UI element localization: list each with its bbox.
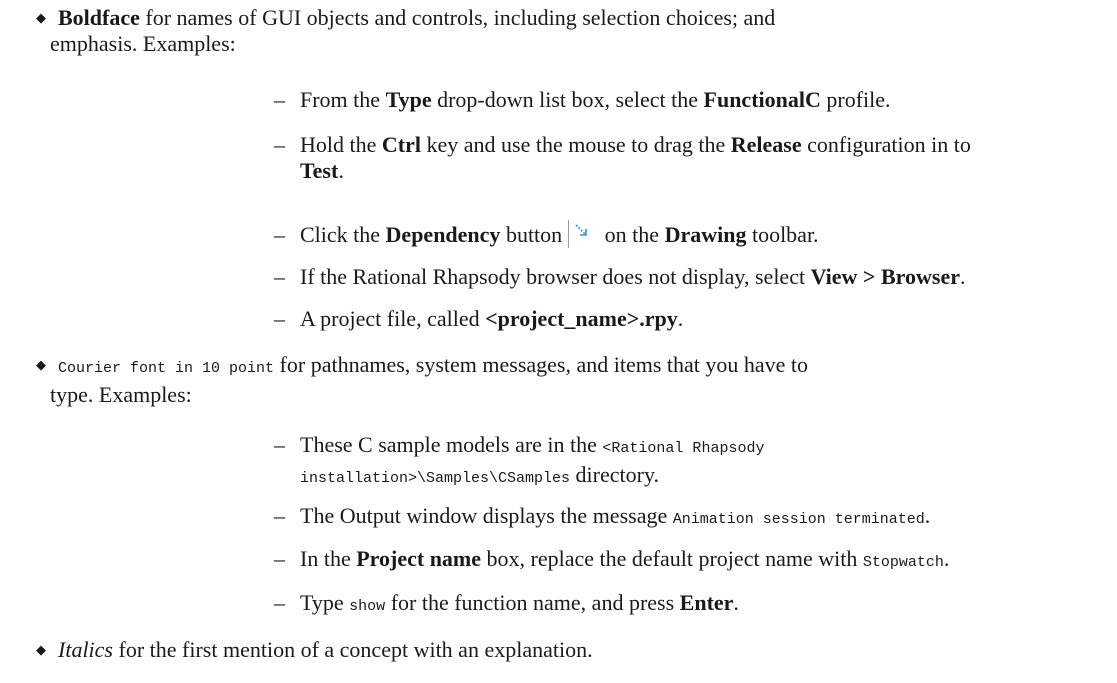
bullet-boldface-text: Boldface for names of GUI objects and co… (50, 5, 776, 56)
example-item: – These C sample models are in the <Ratio… (274, 432, 765, 487)
example-item: – Click the Dependency button on the Draw… (274, 220, 819, 248)
diamond-bullet-icon: ◆ (36, 642, 46, 657)
diamond-bullet-icon: ◆ (36, 10, 46, 25)
example-item: – From the Type drop-down list box, selec… (274, 87, 891, 112)
example-item: – The Output window displays the message … (274, 503, 931, 528)
example-item: – If the Rational Rhapsody browser does n… (274, 264, 966, 289)
diamond-bullet-icon: ◆ (36, 357, 46, 372)
example-item: – A project file, called <project_name>.r… (274, 306, 684, 331)
example-item: – In the Project name box, replace the de… (274, 546, 950, 571)
bullet-courier-text: Courier font in 10 point for pathnames, … (50, 352, 809, 407)
example-item: – Hold the Ctrl key and use the mouse to … (274, 132, 971, 183)
bullet-italics-text: Italics for the first mention of a conce… (58, 637, 593, 662)
example-item: – Type show for the function name, and pr… (274, 590, 739, 615)
term: Boldface (58, 5, 140, 30)
dependency-icon (568, 220, 595, 248)
